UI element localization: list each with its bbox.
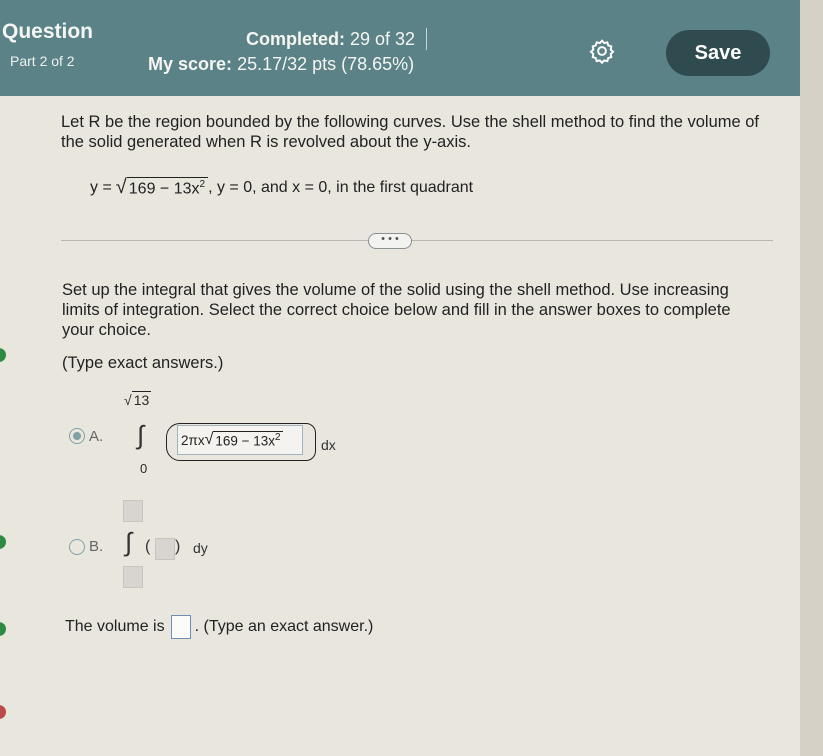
problem-text: Let R be the region bounded by the follo… bbox=[61, 113, 760, 151]
choice-a-integrand-field[interactable]: 2πx √ 169 − 13x2 bbox=[177, 425, 303, 455]
sqrt-icon: √ bbox=[115, 176, 127, 198]
choice-a-radio[interactable] bbox=[69, 428, 85, 444]
question-title: Question bbox=[2, 20, 94, 43]
save-button[interactable]: Save bbox=[666, 30, 770, 76]
choice-a-differential: dx bbox=[321, 437, 336, 453]
choice-b-paren-close: ) bbox=[175, 538, 181, 555]
choice-b-label[interactable]: B. bbox=[89, 538, 103, 555]
choice-b-upper-limit-field[interactable] bbox=[123, 500, 143, 522]
integral-sign-icon: ∫ bbox=[137, 420, 145, 450]
score-value: 25.17/32 pts (78.65%) bbox=[237, 54, 415, 74]
volume-prefix: The volume is bbox=[65, 618, 165, 635]
choice-a-upper-limit[interactable]: √ 13 bbox=[124, 391, 152, 408]
equation-radicand: 169 − 13x2 bbox=[126, 176, 209, 198]
progress-dot[interactable] bbox=[0, 705, 6, 719]
integral-sign-icon: ∫ bbox=[125, 527, 133, 557]
volume-input[interactable] bbox=[170, 615, 191, 639]
choice-b-differential: dy bbox=[193, 540, 208, 556]
progress-dot[interactable] bbox=[0, 348, 6, 362]
score-label: My score: bbox=[148, 54, 233, 74]
completed-value: 29 of 32 bbox=[350, 29, 416, 49]
volume-answer-line: The volume is . (Type an exact answer.) bbox=[65, 615, 373, 639]
choice-a-label[interactable]: A. bbox=[89, 428, 103, 445]
sqrt-icon: √ bbox=[204, 431, 214, 448]
choice-b-radio[interactable] bbox=[69, 539, 85, 555]
progress-dot[interactable] bbox=[0, 622, 6, 636]
question-part: Part 2 of 2 bbox=[10, 53, 75, 69]
equation-rest: , y = 0, and x = 0, in the first quadran… bbox=[208, 178, 474, 196]
completed-status: Completed: 29 of 32 bbox=[246, 29, 415, 50]
problem-equation: y = √ 169 − 13x2 , y = 0, and x = 0, in … bbox=[90, 176, 473, 199]
progress-dot[interactable] bbox=[0, 535, 6, 549]
choice-b-lower-limit-field[interactable] bbox=[123, 566, 143, 588]
sqrt-icon: √ bbox=[124, 391, 132, 408]
choice-a-lower-limit[interactable]: 0 bbox=[140, 461, 147, 476]
header-bar: Question Part 2 of 2 Completed: 29 of 32… bbox=[0, 0, 800, 96]
choice-b-paren-open: ( bbox=[145, 538, 151, 555]
choice-b-integrand-field[interactable] bbox=[155, 538, 175, 560]
header-divider bbox=[426, 28, 427, 50]
right-scroll-area bbox=[800, 0, 823, 756]
gear-icon[interactable] bbox=[589, 38, 615, 64]
section-divider bbox=[61, 240, 773, 241]
equation-y: y = bbox=[90, 178, 112, 196]
completed-label: Completed: bbox=[246, 29, 345, 49]
volume-suffix: . (Type an exact answer.) bbox=[194, 618, 374, 635]
instructions-text: Set up the integral that gives the volum… bbox=[62, 281, 731, 339]
type-exact-note: (Type exact answers.) bbox=[62, 354, 224, 372]
more-button[interactable]: • • • bbox=[368, 233, 412, 249]
score-status: My score: 25.17/32 pts (78.65%) bbox=[148, 54, 414, 75]
